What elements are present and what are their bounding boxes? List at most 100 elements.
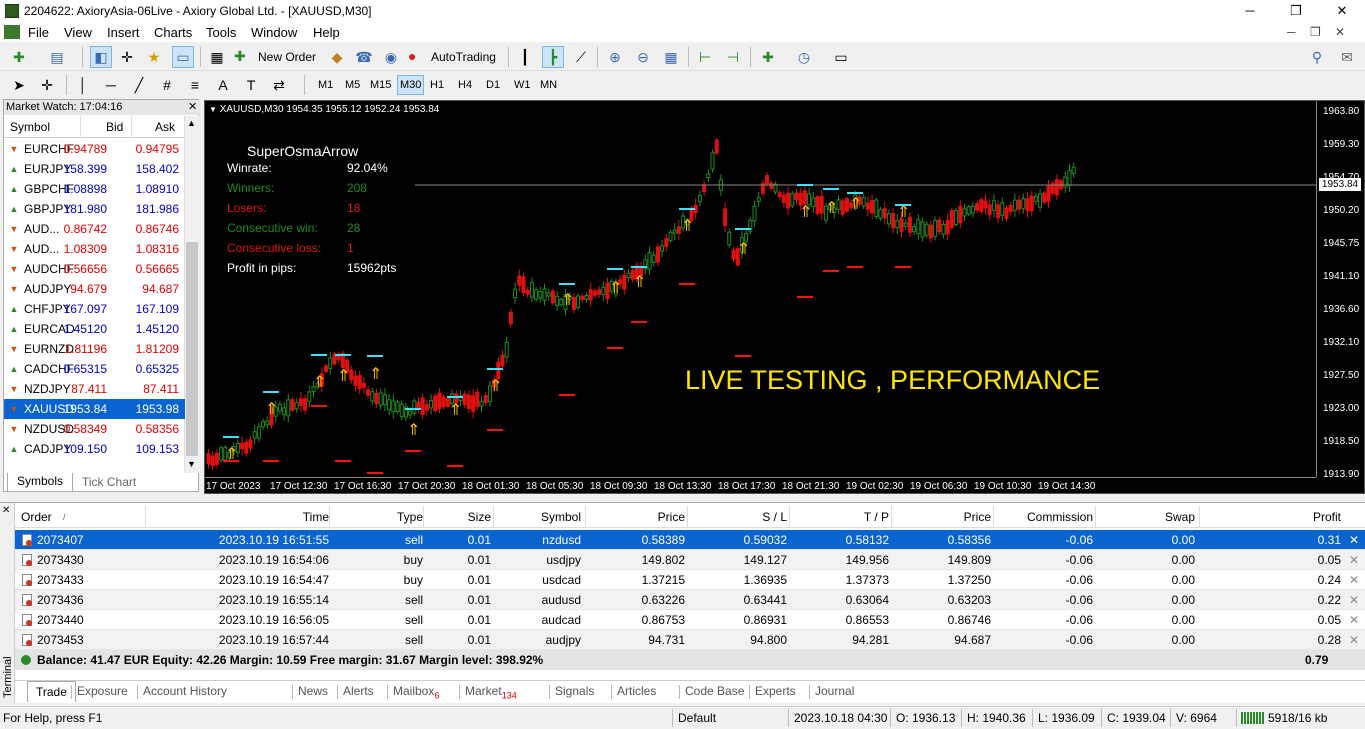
market-watch-row[interactable]: ▼ AUD... 1.08309 1.08316 bbox=[4, 239, 185, 259]
menu-tools[interactable]: Tools bbox=[206, 25, 236, 40]
column-header[interactable]: Swap bbox=[1099, 510, 1195, 524]
search-icon[interactable]: ⚲ bbox=[1306, 46, 1328, 68]
trade-row[interactable]: 2073430 2023.10.19 16:54:06 buy 0.01 usdjpy 1… bbox=[15, 550, 1365, 570]
close-order-icon[interactable]: ✕ bbox=[1349, 630, 1359, 650]
col-symbol[interactable]: Symbol bbox=[10, 120, 50, 134]
market-watch-row[interactable]: ▼ AUDJPY 94.679 94.687 bbox=[4, 279, 185, 299]
column-header[interactable]: Size bbox=[427, 510, 491, 524]
timeframe-w1[interactable]: W1 bbox=[514, 79, 531, 91]
trade-row[interactable]: 2073436 2023.10.19 16:55:14 sell 0.01 audusd… bbox=[15, 590, 1365, 610]
autotrading-button[interactable]: ● AutoTrading bbox=[406, 46, 502, 68]
column-header[interactable]: Time bbox=[149, 510, 329, 524]
terminal-tab[interactable]: Alerts bbox=[343, 684, 374, 698]
timeframe-h1[interactable]: H1 bbox=[430, 79, 444, 91]
channel-icon[interactable]: # bbox=[156, 74, 178, 96]
terminal-close-icon[interactable]: ✕ bbox=[2, 505, 10, 516]
connection-icon[interactable] bbox=[1241, 712, 1265, 724]
chart-menu-icon[interactable]: ▼ bbox=[209, 105, 217, 114]
menu-help[interactable]: Help bbox=[313, 25, 340, 40]
column-header[interactable]: Price bbox=[589, 510, 685, 524]
fibonacci-icon[interactable]: ≡ bbox=[184, 74, 206, 96]
menu-file[interactable]: File bbox=[28, 25, 49, 40]
price-chart[interactable]: ⇑⇑⇑ ⇑ ⇑⇑⇑⇑⇑⇑ ⇑⇑⇑⇑ ⇑ ⇑ ⇑ bbox=[205, 101, 1316, 477]
market-watch-row[interactable]: ▼ AUD... 0.86742 0.86746 bbox=[4, 219, 185, 239]
market-watch-close-icon[interactable]: ✕ bbox=[188, 100, 197, 113]
trade-row[interactable]: 2073453 2023.10.19 16:57:44 sell 0.01 audjpy… bbox=[15, 630, 1365, 650]
market-watch-row[interactable]: ▼ NZDUSD 0.58349 0.58356 bbox=[4, 419, 185, 439]
status-profile[interactable]: Default bbox=[678, 711, 716, 725]
scroll-thumb[interactable] bbox=[186, 242, 198, 456]
zoom-out-icon[interactable]: ⊖ bbox=[632, 46, 654, 68]
horizontal-line-icon[interactable]: ─ bbox=[100, 74, 122, 96]
vertical-line-icon[interactable]: │ bbox=[72, 74, 94, 96]
tab-symbols[interactable]: Symbols bbox=[7, 473, 73, 492]
scroll-down-icon[interactable]: ▼ bbox=[187, 459, 196, 469]
signals-icon[interactable]: ☎ bbox=[353, 46, 375, 68]
market-watch-row[interactable]: ▼ NZDJPY 87.411 87.411 bbox=[4, 379, 185, 399]
terminal-tab[interactable]: Market134 bbox=[465, 684, 517, 700]
mdi-close-icon[interactable]: ✕ bbox=[1335, 25, 1345, 39]
mdi-minimize-icon[interactable]: ─ bbox=[1287, 25, 1296, 39]
templates-icon[interactable]: ▭ bbox=[830, 46, 852, 68]
timeframe-d1[interactable]: D1 bbox=[486, 79, 500, 91]
terminal-tab[interactable]: Code Base bbox=[685, 684, 744, 698]
market-watch-toggle-icon[interactable]: ◧ bbox=[90, 46, 112, 68]
menu-charts[interactable]: Charts bbox=[154, 25, 192, 40]
market-watch-scrollbar[interactable]: ▲ ▼ bbox=[184, 116, 199, 473]
maximize-icon[interactable]: ❐ bbox=[1273, 0, 1319, 22]
terminal-tab[interactable]: News bbox=[298, 684, 328, 698]
market-watch-row[interactable]: ▼ EURCHF 0.94789 0.94795 bbox=[4, 139, 185, 159]
strategy-tester-icon[interactable]: ▦ bbox=[206, 46, 228, 68]
bar-chart-icon[interactable]: ┃ bbox=[514, 46, 536, 68]
candlestick-icon[interactable]: ┣ bbox=[542, 46, 564, 68]
terminal-tab[interactable]: Exposure bbox=[77, 684, 128, 698]
col-ask[interactable]: Ask bbox=[155, 120, 175, 134]
close-icon[interactable]: ✕ bbox=[1319, 0, 1365, 22]
chart-shift-icon[interactable]: ⊢ bbox=[694, 46, 716, 68]
market-watch-row[interactable]: ▼ XAUUSD 1953.84 1953.98 bbox=[4, 399, 185, 419]
market-watch-row[interactable]: ▼ EURNZD 1.81196 1.81209 bbox=[4, 339, 185, 359]
text-icon[interactable]: A bbox=[212, 74, 234, 96]
column-header[interactable]: T / P bbox=[793, 510, 889, 524]
market-watch-row[interactable]: ▲ GBPCHF 1.08898 1.08910 bbox=[4, 179, 185, 199]
market-watch-row[interactable]: ▲ EURJPY 158.399 158.402 bbox=[4, 159, 185, 179]
tile-windows-icon[interactable]: ▦ bbox=[660, 46, 682, 68]
label-icon[interactable]: T bbox=[240, 74, 262, 96]
column-header[interactable]: Profit bbox=[1203, 510, 1341, 524]
profiles-icon[interactable]: ▤ bbox=[46, 46, 68, 68]
close-order-icon[interactable]: ✕ bbox=[1349, 530, 1359, 550]
timeframe-m30[interactable]: M30 bbox=[397, 75, 425, 95]
market-watch-row[interactable]: ▲ CHFJPY 167.097 167.109 bbox=[4, 299, 185, 319]
column-header[interactable]: Symbol bbox=[497, 510, 581, 524]
trade-row[interactable]: 2073440 2023.10.19 16:56:05 sell 0.01 audcad… bbox=[15, 610, 1365, 630]
terminal-tab[interactable]: Journal bbox=[815, 684, 854, 698]
mdi-restore-icon[interactable]: ❐ bbox=[1310, 25, 1321, 39]
menu-insert[interactable]: Insert bbox=[107, 25, 140, 40]
trade-row[interactable]: 2073407 2023.10.19 16:51:55 sell 0.01 nzdusd… bbox=[15, 530, 1365, 550]
market-watch-row[interactable]: ▲ CADJPY 109.150 109.153 bbox=[4, 439, 185, 459]
chat-icon[interactable]: ✉ bbox=[1336, 46, 1358, 68]
autoscroll-icon[interactable]: ⊣ bbox=[722, 46, 744, 68]
chart-window[interactable]: ⇑ ⇑ ⇑ ⇑ ⇑ ⇑ ⇑ ⇑ ⇑ ⇑ ⇑ ⇑ ⇑ ⇑ ⇑ ⇑ ⇑ ▼ XAUUSD,M30 1954.35 1… bbox=[204, 100, 1365, 494]
market-watch-row[interactable]: ▲ EURCAD 1.45120 1.45120 bbox=[4, 319, 185, 339]
terminal-tab[interactable]: Articles bbox=[617, 684, 656, 698]
market-watch-row[interactable]: ▲ GBPJPY 181.980 181.986 bbox=[4, 199, 185, 219]
timeframe-h4[interactable]: H4 bbox=[458, 79, 472, 91]
col-bid[interactable]: Bid bbox=[106, 120, 123, 134]
crosshair-icon[interactable]: ✛ bbox=[36, 74, 58, 96]
market-watch-row[interactable]: ▲ CADCHF 0.65315 0.65325 bbox=[4, 359, 185, 379]
trendline-icon[interactable]: ╱ bbox=[128, 74, 150, 96]
menu-view[interactable]: View bbox=[64, 25, 92, 40]
column-header[interactable]: S / L bbox=[691, 510, 787, 524]
terminal-tab[interactable]: Mailbox6 bbox=[393, 684, 439, 700]
menu-window[interactable]: Window bbox=[251, 25, 297, 40]
terminal-tab[interactable]: Signals bbox=[555, 684, 594, 698]
terminal-tab[interactable]: Account History bbox=[143, 684, 227, 698]
navigator-icon[interactable]: ★ bbox=[143, 46, 165, 68]
column-header[interactable]: Commission bbox=[997, 510, 1093, 524]
column-header[interactable]: Order bbox=[21, 510, 141, 524]
close-order-icon[interactable]: ✕ bbox=[1349, 610, 1359, 630]
terminal-tab[interactable]: Trade bbox=[27, 681, 76, 702]
arrows-icon[interactable]: ⇄ bbox=[268, 74, 290, 96]
scroll-up-icon[interactable]: ▲ bbox=[187, 118, 196, 128]
